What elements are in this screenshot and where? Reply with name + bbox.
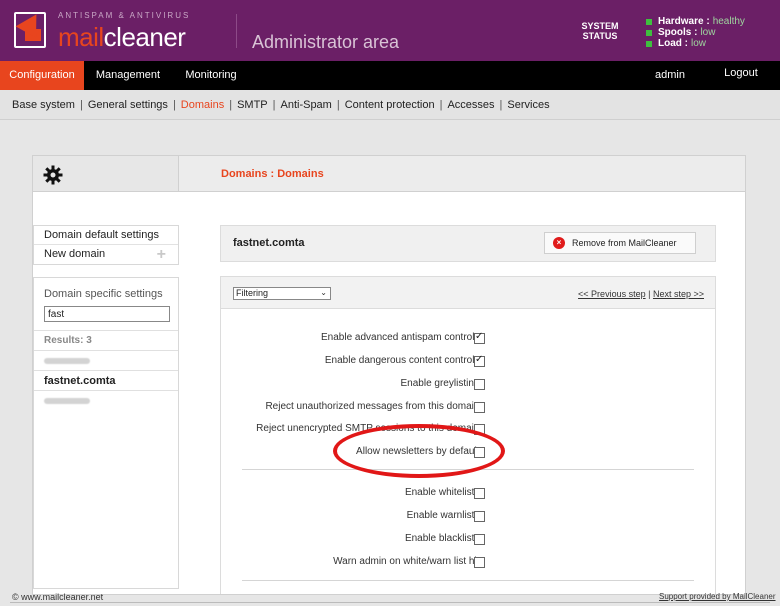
header-divider	[236, 14, 237, 48]
subnav-content-protection[interactable]: Content protection	[345, 99, 435, 111]
domain-specific-panel: Domain specific settings Results: 3 fast…	[33, 277, 179, 589]
content-panel: Domains : Domains Domain default setting…	[32, 155, 746, 595]
highlight-annotation	[333, 424, 505, 478]
footer-website-link[interactable]: © www.mailcleaner.net	[12, 592, 103, 602]
nav-configuration[interactable]: Configuration	[0, 61, 84, 90]
step-navigation: << Previous step | Next step >>	[578, 289, 704, 299]
status-spools: Spools : low	[646, 27, 745, 38]
subnav-separator: |	[172, 99, 176, 111]
option-whitelists: Enable whitelists :	[404, 487, 485, 498]
logout-link[interactable]: Logout	[714, 59, 768, 88]
subnav-accesses[interactable]: Accesses	[447, 99, 494, 111]
sidebar-item-new-domain[interactable]: New domain +	[34, 245, 178, 264]
domain-header: fastnet.comta × Remove from MailCleaner	[220, 225, 716, 262]
subnav-base-system[interactable]: Base system	[12, 99, 75, 111]
current-user: admin	[655, 69, 685, 81]
redacted-text	[44, 358, 90, 365]
checkbox-warn-admin-list-hit[interactable]	[474, 557, 485, 568]
option-warnlists: Enable warnlists :	[406, 510, 485, 521]
nav-management[interactable]: Management	[84, 61, 172, 90]
subnav-separator: |	[439, 99, 443, 111]
area-title: Administrator area	[252, 32, 400, 52]
remove-domain-label: Remove from MailCleaner	[572, 238, 677, 248]
redacted-text	[44, 398, 90, 405]
status-load: Load : low	[646, 38, 745, 49]
sidebar-actions: Domain default settings New domain +	[33, 225, 179, 265]
option-blacklists: Enable blacklists :	[404, 533, 485, 544]
system-status-label: SYSTEM STATUS	[581, 21, 619, 41]
subnav-anti-spam[interactable]: Anti-Spam	[280, 99, 331, 111]
status-ok-icon	[646, 29, 652, 36]
subnav-separator: |	[229, 99, 233, 111]
subnav-separator: |	[79, 99, 83, 111]
remove-domain-button[interactable]: × Remove from MailCleaner	[544, 232, 696, 254]
domain-search-input[interactable]	[44, 306, 170, 322]
checkbox-warnlists[interactable]	[474, 511, 485, 522]
checkbox-reject-unauthorized[interactable]	[474, 402, 485, 413]
plus-icon[interactable]: +	[157, 245, 166, 264]
divider	[242, 580, 694, 581]
status-ok-icon	[646, 18, 652, 25]
brand-name: mailcleaner	[58, 22, 186, 52]
gear-icon	[43, 165, 63, 185]
system-status-list: Hardware : healthy Spools : low Load : low	[646, 16, 745, 49]
page-title: Domains : Domains	[221, 168, 324, 180]
previous-step-link[interactable]: << Previous step	[578, 289, 646, 299]
footer-divider	[10, 602, 770, 603]
footer-support-link[interactable]: Support provided by MailCleaner	[659, 592, 776, 601]
nav-monitoring[interactable]: Monitoring	[172, 61, 250, 90]
new-domain-label: New domain	[44, 248, 106, 260]
mailcleaner-logo-icon	[14, 12, 47, 48]
subnav-separator: |	[272, 99, 276, 111]
option-dangerous-content: Enable dangerous content controls :	[324, 355, 485, 366]
chevron-down-icon: ⌄	[320, 288, 327, 297]
app-header: ANTISPAM & ANTIVIRUS mailcleaner Adminis…	[0, 0, 780, 61]
option-greylisting: Enable greylisting :	[400, 378, 486, 389]
subnav-separator: |	[499, 99, 503, 111]
brand-name-prefix: mail	[58, 22, 104, 52]
domain-name: fastnet.comta	[233, 237, 305, 249]
checkbox-blacklists[interactable]	[474, 534, 485, 545]
step-separator: |	[648, 289, 651, 299]
remove-icon: ×	[553, 237, 565, 249]
domain-specific-title: Domain specific settings	[44, 288, 163, 300]
content-header: Domains : Domains	[179, 156, 745, 192]
brand-name-suffix: cleaner	[103, 22, 186, 52]
domain-result-item[interactable]	[34, 350, 178, 370]
sub-nav: Base system | General settings | Domains | SMT…	[0, 90, 780, 120]
settings-section-select[interactable]: Filtering ⌄	[233, 287, 331, 300]
settings-section-value: Filtering	[236, 288, 269, 298]
checkbox-dangerous-content[interactable]	[474, 354, 485, 367]
status-hardware: Hardware : healthy	[646, 16, 745, 27]
subnav-separator: |	[336, 99, 340, 111]
main-nav: Configuration Management Monitoring admi…	[0, 61, 780, 90]
subnav-smtp[interactable]: SMTP	[237, 99, 268, 111]
content-header-icon-area	[33, 156, 179, 192]
domain-result-item-selected[interactable]: fastnet.comta	[34, 370, 178, 390]
sidebar-item-domain-default-settings[interactable]: Domain default settings	[34, 226, 178, 245]
subnav-general-settings[interactable]: General settings	[88, 99, 168, 111]
results-count: Results: 3	[34, 330, 178, 350]
next-step-link[interactable]: Next step >>	[653, 289, 704, 299]
checkbox-advanced-antispam[interactable]	[474, 331, 485, 344]
subnav-domains[interactable]: Domains	[181, 99, 224, 111]
subnav-services[interactable]: Services	[507, 99, 549, 111]
option-reject-unauthorized: Reject unauthorized messages from this d…	[265, 401, 485, 412]
domain-result-item[interactable]	[34, 390, 178, 410]
settings-toolbar: Filtering ⌄ << Previous step | Next step…	[221, 277, 715, 309]
option-advanced-antispam: Enable advanced antispam controls :	[321, 332, 485, 343]
status-ok-icon	[646, 40, 652, 47]
checkbox-greylisting[interactable]	[474, 379, 485, 390]
brand-subtitle: ANTISPAM & ANTIVIRUS	[58, 11, 191, 20]
option-warn-admin-list-hit: Warn admin on white/warn list hit :	[333, 556, 485, 567]
checkbox-whitelists[interactable]	[474, 488, 485, 499]
